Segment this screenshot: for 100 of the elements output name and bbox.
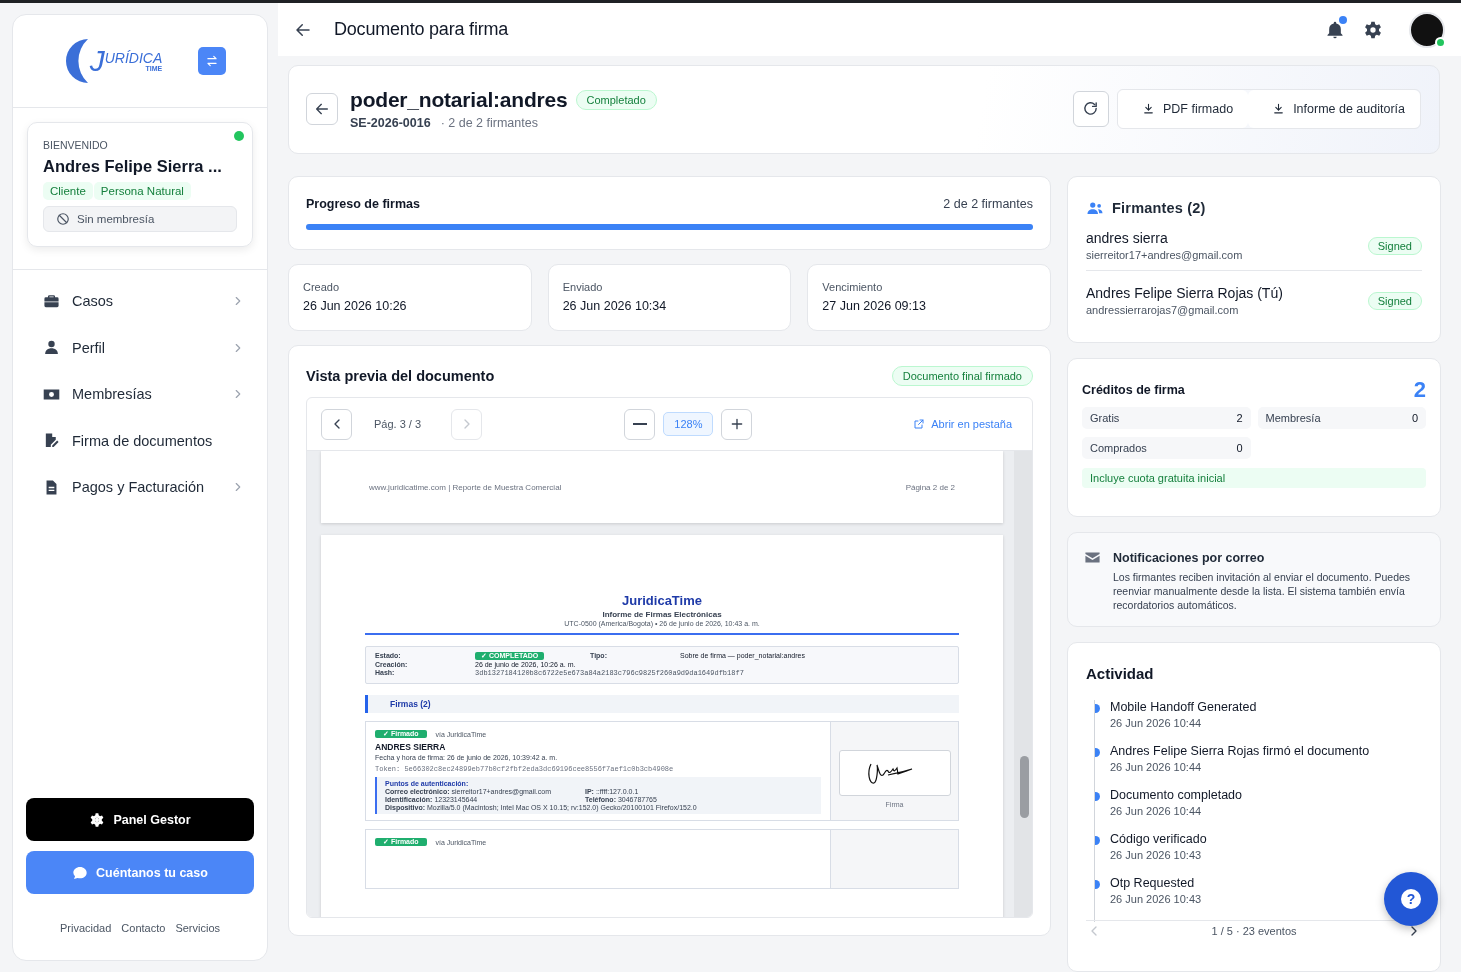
signer-name: ANDRES SIERRA	[375, 742, 447, 752]
event-text: Código verificado	[1110, 832, 1207, 846]
event-text: Andres Felipe Sierra Rojas firmó el documento	[1110, 744, 1370, 758]
people-icon	[1086, 199, 1104, 217]
logo-letter: J	[89, 44, 105, 78]
document-title: poder_notarial:andres	[350, 87, 568, 112]
page-footer-text: www.juridicatime.com | Reporte de Muestra Comercial	[369, 482, 562, 492]
download-icon	[1272, 102, 1286, 115]
credit-label: Membresía	[1265, 412, 1321, 424]
zoom-in-button[interactable]	[721, 408, 753, 440]
signer-email: sierreitor17+andres@gmail.com	[1086, 249, 1243, 261]
refresh-icon	[1082, 100, 1100, 117]
timeline-marker	[1095, 836, 1100, 845]
report-brand: JuridicaTime	[621, 593, 703, 608]
nav-item[interactable]: Pagos y Facturación	[13, 464, 267, 511]
footer-link[interactable]: Privacidad	[60, 922, 112, 934]
notifications-text: Los firmantes reciben invitación al enviar el documento. Puedes reenviar manualmente desde la lista. El sistema también envía recordatorios automáticos.	[1113, 570, 1412, 613]
avatar[interactable]	[1409, 11, 1445, 48]
timeline-marker	[1095, 792, 1100, 801]
status-badge: Signed	[1367, 291, 1422, 310]
briefcase-icon	[43, 292, 60, 310]
nav-item[interactable]: Casos	[13, 278, 267, 325]
download-button[interactable]: PDF firmado	[1117, 89, 1249, 128]
credit-value: 2	[1236, 412, 1243, 424]
swap-icon	[205, 54, 220, 68]
credit-value: 0	[1411, 412, 1418, 424]
settings-icon	[1363, 19, 1383, 40]
zoom-level: 128%	[663, 412, 714, 436]
event-time: 26 Jun 2026 10:43	[1110, 849, 1203, 861]
preview-title: Vista previa del documento	[306, 368, 495, 384]
footer-link[interactable]: Servicios	[175, 922, 220, 934]
help-button[interactable]: ?	[1384, 872, 1438, 926]
footer-link[interactable]: Contacto	[121, 922, 166, 934]
credits-title: Créditos de firma	[1082, 383, 1185, 397]
timeline-marker	[1095, 704, 1100, 713]
back-button[interactable]	[306, 92, 338, 125]
signer-email: andressierrarojas7@gmail.com	[1086, 304, 1240, 316]
progress-label: Progreso de firmas	[306, 197, 420, 211]
download-icon	[1141, 102, 1155, 115]
final-badge: Documento final firmado	[891, 366, 1033, 386]
status-badge: Signed	[1367, 236, 1422, 255]
user-name: Andres Felipe Sierra ...	[43, 157, 223, 176]
external-link-icon	[913, 418, 926, 430]
credits-total: 2	[1413, 377, 1426, 403]
membership-label: Sin membresía	[77, 213, 155, 225]
report-title: Informe de Firmas Electrónicas	[601, 610, 723, 619]
timeline-marker	[1095, 880, 1100, 889]
date-label: Creado	[303, 281, 341, 293]
refresh-button[interactable]	[1072, 90, 1109, 127]
status-badge: Completado	[575, 89, 657, 110]
minus-icon	[632, 423, 647, 425]
event-text: Otp Requested	[1110, 876, 1196, 890]
open-tab-link[interactable]: Abrir en pestaña	[907, 417, 1018, 431]
date-value: 26 Jun 2026 10:34	[562, 299, 668, 313]
notifications-title: Notificaciones por correo	[1113, 551, 1266, 565]
pager-text: 1 / 5 · 23 eventos	[1211, 925, 1297, 937]
date-label: Enviado	[562, 281, 604, 293]
signers-summary: · 2 de 2 firmantes	[440, 115, 538, 130]
event-time: 26 Jun 2026 10:44	[1110, 805, 1203, 817]
nav-item[interactable]: Perfil	[13, 324, 267, 371]
logo-icon	[63, 37, 88, 85]
signer-name: Andres Felipe Sierra Rojas (Tú)	[1086, 285, 1283, 301]
page-number: Página 2 de 2	[905, 482, 955, 492]
date-value: 27 Jun 2026 09:13	[822, 299, 927, 313]
scrollbar[interactable]	[1014, 451, 1032, 917]
credit-value: 0	[1236, 442, 1243, 454]
credits-note: Incluye cuota gratuita inicial	[1082, 468, 1426, 488]
date-label: Vencimiento	[822, 281, 884, 293]
event-text: Documento completado	[1110, 788, 1243, 802]
role-tag: Cliente	[43, 182, 93, 200]
panel-button[interactable]: Panel Gestor	[26, 798, 254, 841]
event-time: 26 Jun 2026 10:44	[1110, 761, 1203, 773]
activity-title: Actividad	[1086, 665, 1155, 682]
welcome-label: BIENVENIDO	[43, 139, 109, 151]
document-code: SE-2026-0016	[350, 115, 431, 130]
prohibited-icon	[56, 212, 70, 226]
gear-icon	[89, 811, 106, 828]
section-heading: Firmas (2)	[365, 695, 959, 713]
zoom-out-button[interactable]	[624, 408, 656, 440]
timeline-marker	[1095, 748, 1100, 757]
person-icon	[43, 339, 60, 357]
date-value: 26 Jun 2026 10:26	[303, 299, 408, 313]
pen-document-icon	[43, 432, 60, 450]
page-title: Documento para firma	[334, 19, 510, 40]
event-text: Mobile Handoff Generated	[1110, 700, 1257, 714]
progress-summary: 2 de 2 firmantes	[943, 197, 1033, 211]
event-time: 26 Jun 2026 10:43	[1110, 893, 1202, 905]
credit-label: Gratis	[1090, 412, 1120, 424]
chat-icon	[72, 864, 89, 881]
page-indicator: Pág. 3 / 3	[374, 418, 422, 430]
nav-item[interactable]: Firma de documentos	[13, 417, 267, 464]
switch-button[interactable]	[198, 47, 227, 75]
signer-name: andres sierra	[1086, 230, 1169, 246]
credit-label: Comprados	[1090, 442, 1147, 454]
signers-title: Firmantes (2)	[1112, 200, 1206, 216]
nav-item[interactable]: Membresías	[13, 371, 267, 418]
event-time: 26 Jun 2026 10:44	[1110, 717, 1203, 729]
download-button[interactable]: Informe de auditoría	[1248, 89, 1420, 128]
role-tag: Persona Natural	[93, 182, 191, 200]
bell-icon	[1325, 19, 1345, 40]
